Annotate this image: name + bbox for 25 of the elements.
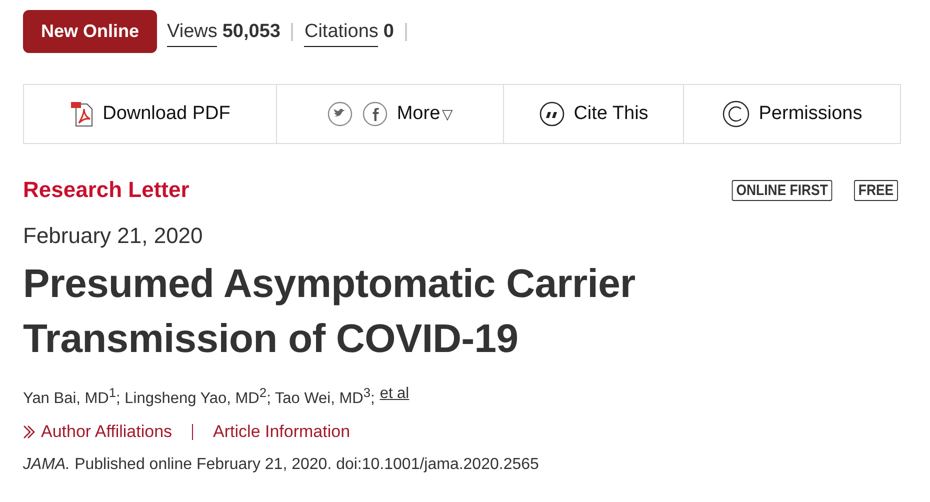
metric-value: 0 xyxy=(383,20,394,42)
new-online-button[interactable]: New Online xyxy=(23,10,158,53)
metric-link[interactable]: Views xyxy=(167,20,218,46)
citation-line: JAMA. Published online February 21, 2020. doi:10.1001/jama.2020.2565 xyxy=(23,456,540,474)
author-list: Yan Bai, MD$^{1}$; Lingsheng Yao, MD$^{2}$; Tao Wei, MD$^{3}$; xyxy=(23,385,375,408)
metric-value: 50,053 xyxy=(222,20,280,42)
facebook-icon xyxy=(362,101,388,127)
cite-this-button[interactable]: Cite This xyxy=(574,103,648,125)
bird-icon xyxy=(326,101,353,127)
quote-icon xyxy=(538,101,565,127)
copyright-icon xyxy=(722,100,750,128)
download-pdf-button[interactable]: Download PDF xyxy=(102,103,230,125)
pdf-file-icon xyxy=(70,101,94,127)
info-link[interactable]: Article Information xyxy=(213,422,350,442)
article-title: Presumed Asymptomatic Carrier Transmission of COVID-19 xyxy=(23,261,636,363)
article-tag: ONLINE FIRST xyxy=(732,180,832,200)
article-type: Research Letter xyxy=(23,177,190,203)
et-al-link[interactable]: et al xyxy=(380,385,410,408)
more-button[interactable]: More▽ xyxy=(396,103,454,125)
article-tag: FREE xyxy=(854,180,898,200)
permissions-button[interactable]: Permissions xyxy=(758,103,862,125)
metric-link[interactable]: Citations xyxy=(304,20,378,46)
info-link[interactable]: Author Affiliations xyxy=(41,422,172,442)
publication-date: February 21, 2020 xyxy=(23,223,204,249)
chevron-icon xyxy=(23,424,35,440)
